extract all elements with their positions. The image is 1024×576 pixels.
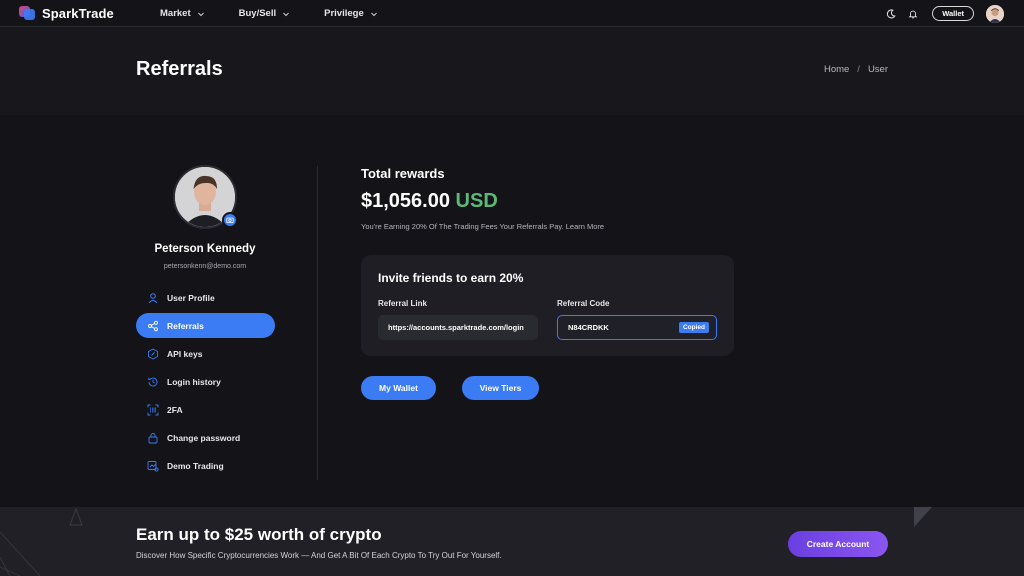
chevron-down-icon <box>370 12 377 16</box>
nav-privilege-label: Privilege <box>324 8 364 19</box>
decorative-triangle-icon <box>69 507 83 526</box>
profile-name: Peterson Kennedy <box>154 243 256 255</box>
nav-privilege[interactable]: Privilege <box>324 8 378 19</box>
referral-code-value: N84CRDKK <box>568 323 609 332</box>
breadcrumb-separator: / <box>857 64 860 75</box>
sidebar-item-user-profile[interactable]: User Profile <box>136 285 275 310</box>
decorative-triangle-icon <box>0 531 41 576</box>
rewards-amount-value: $1,056.00 <box>361 190 450 212</box>
invite-title: Invite friends to earn 20% <box>378 271 524 285</box>
sidebar-item-label: Login history <box>167 376 221 387</box>
user-icon <box>147 292 159 304</box>
history-icon <box>147 376 159 388</box>
sidebar-item-change-password[interactable]: Change password <box>136 425 275 450</box>
camera-icon[interactable] <box>222 212 238 228</box>
nav-buy-sell-label: Buy/Sell <box>238 8 277 19</box>
chevron-down-icon <box>197 12 204 16</box>
copied-badge[interactable]: Copied <box>678 322 709 333</box>
rewards-currency: USD <box>455 190 498 212</box>
demo-chart-icon <box>147 460 159 472</box>
wallet-button[interactable]: Wallet <box>932 6 974 21</box>
nav-buy-sell[interactable]: Buy/Sell <box>239 8 291 19</box>
rewards-label: Total rewards <box>361 166 445 181</box>
nav-market[interactable]: Market <box>160 8 205 19</box>
rewards-description: You're Earning 20% Of The Trading Fees Y… <box>361 222 605 231</box>
main-nav: Market Buy/Sell Privilege <box>160 0 412 27</box>
view-tiers-button[interactable]: View Tiers <box>462 376 539 400</box>
vertical-divider <box>317 166 318 480</box>
sidebar-item-label: Change password <box>167 432 241 443</box>
promo-banner: Earn up to $25 worth of crypto Discover … <box>0 507 1024 576</box>
rewards-amount: $1,056.00 USD <box>361 190 498 213</box>
sidebar-item-label: API keys <box>167 348 203 359</box>
promo-description: Discover How Specific Cryptocurrencies W… <box>136 551 502 560</box>
moon-icon[interactable] <box>884 7 898 21</box>
referral-code-field[interactable]: N84CRDKK Copied <box>557 315 717 340</box>
sidebar-item-label: Demo Trading <box>167 460 224 471</box>
chevron-down-icon <box>283 12 289 16</box>
decorative-triangle-icon <box>914 507 932 527</box>
breadcrumb-home[interactable]: Home <box>824 64 849 75</box>
brand[interactable]: SparkTrade <box>18 4 114 22</box>
referral-link-label: Referral Link <box>378 299 427 308</box>
sidebar-item-referrals[interactable]: Referrals <box>136 313 275 338</box>
share-icon <box>147 320 159 332</box>
breadcrumb: Home / User <box>824 64 888 75</box>
top-navbar: SparkTrade Market Buy/Sell Privilege Wal… <box>0 0 1024 27</box>
breadcrumb-user: User <box>867 64 888 75</box>
brand-name: SparkTrade <box>42 5 114 21</box>
top-right-controls: Wallet <box>884 0 1004 27</box>
profile-menu: User Profile Referrals API keys Login hi… <box>136 285 275 481</box>
bell-icon[interactable] <box>906 7 920 21</box>
promo-title: Earn up to $25 worth of crypto <box>136 525 382 544</box>
referral-link-field[interactable]: https://accounts.sparktrade.com/login <box>378 315 538 340</box>
profile-avatar-wrap <box>173 165 238 229</box>
referral-link-value: https://accounts.sparktrade.com/login <box>388 323 524 332</box>
nav-market-label: Market <box>160 8 191 19</box>
sidebar-item-label: 2FA <box>167 404 183 415</box>
sparktrade-logo-icon <box>19 6 35 20</box>
referral-code-label: Referral Code <box>557 299 610 308</box>
create-account-button[interactable]: Create Account <box>788 531 888 557</box>
sidebar-item-2fa[interactable]: 2FA <box>136 397 275 422</box>
api-key-icon <box>147 347 159 360</box>
sidebar-item-login-history[interactable]: Login history <box>136 369 275 394</box>
sidebar-item-label: Referrals <box>167 320 204 331</box>
lock-icon <box>147 432 159 444</box>
qr-scan-icon <box>147 404 159 416</box>
page-title: Referrals <box>136 58 223 80</box>
sidebar-item-label: User Profile <box>167 292 215 303</box>
sidebar-item-demo-trading[interactable]: Demo Trading <box>136 453 275 478</box>
sidebar-item-api-keys[interactable]: API keys <box>136 341 275 366</box>
invite-card: Invite friends to earn 20% Referral Link… <box>361 255 734 356</box>
my-wallet-button[interactable]: My Wallet <box>361 376 436 400</box>
profile-email: petersonkenn@demo.com <box>163 263 247 270</box>
user-avatar[interactable] <box>986 4 1004 23</box>
